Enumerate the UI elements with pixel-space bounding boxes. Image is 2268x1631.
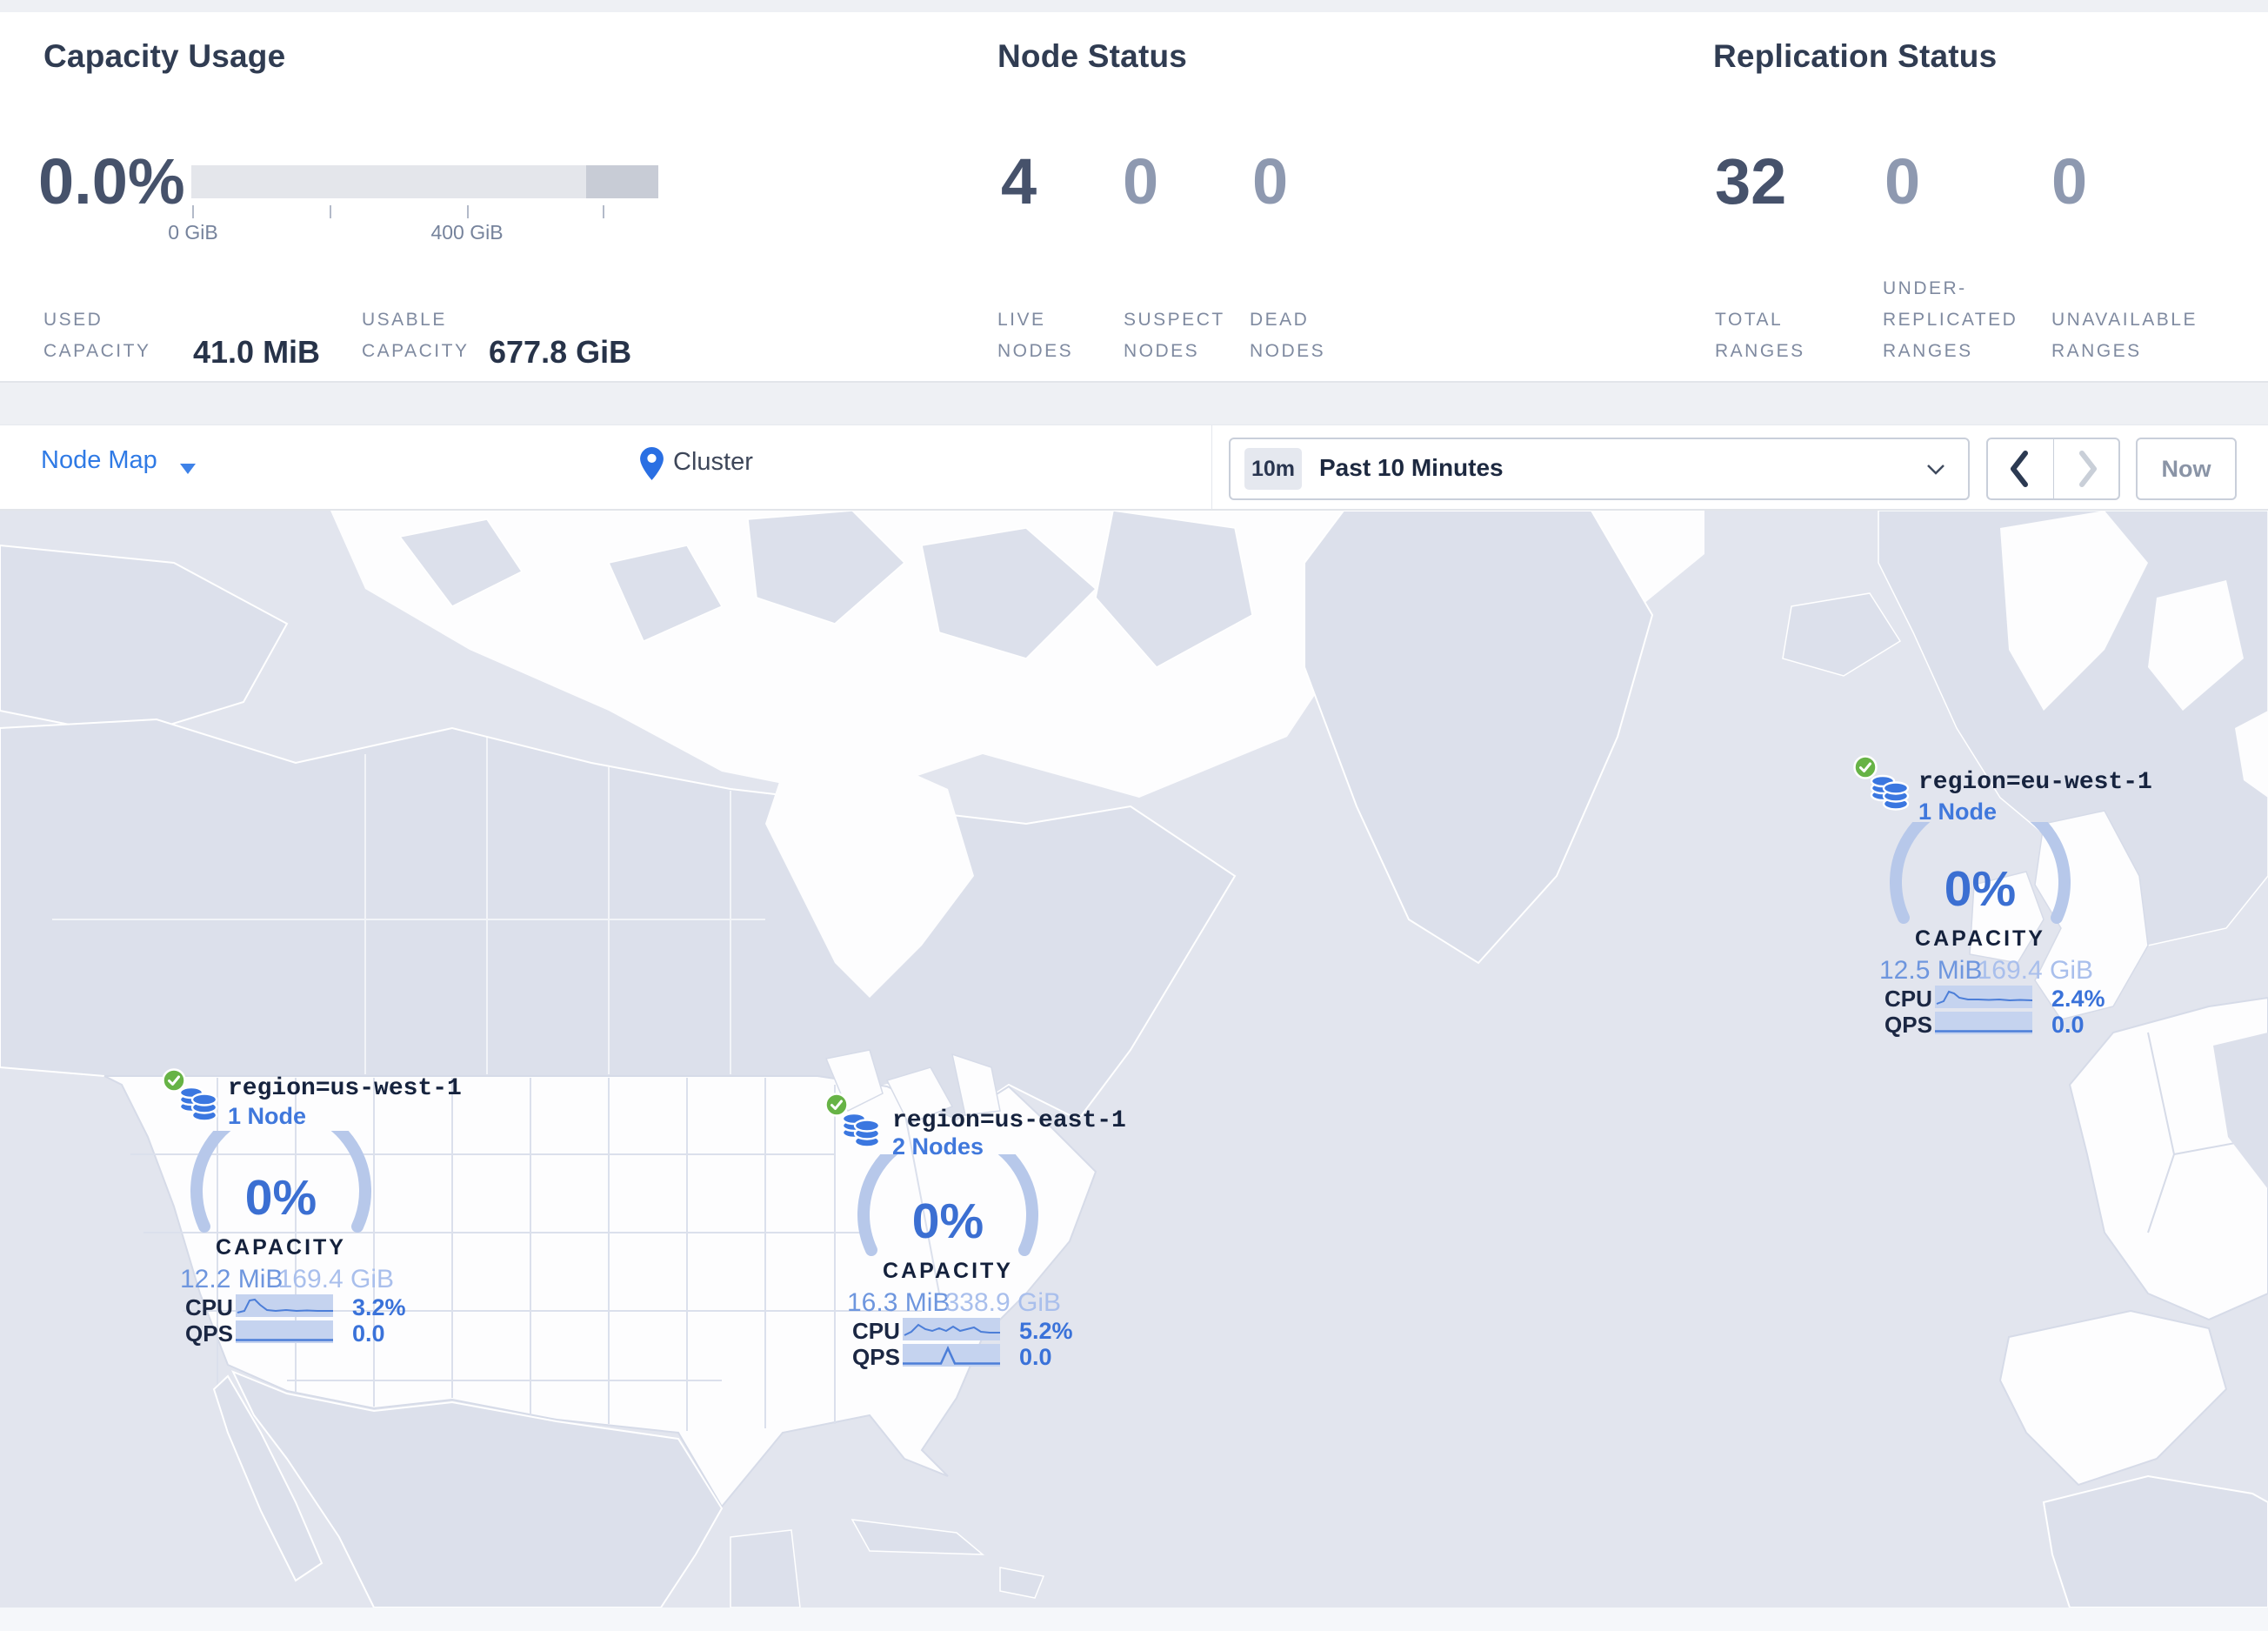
map-pin-icon: [640, 447, 664, 485]
qps-value: 0.0: [2051, 1012, 2085, 1038]
suspect-nodes-count: 0: [1123, 145, 1159, 217]
region-label[interactable]: region=us-east-1: [892, 1107, 1126, 1134]
time-range-select[interactable]: 10m Past 10 Minutes: [1229, 438, 1970, 500]
cpu-label: CPU: [185, 1294, 233, 1320]
node-status-title: Node Status: [997, 38, 1188, 74]
cpu-value: 5.2%: [1019, 1318, 1073, 1344]
capacity-usage-percent: 0.0%: [38, 145, 185, 217]
dead-nodes-count: 0: [1252, 145, 1289, 217]
region-capacity-gauge[interactable]: 0% CAPACITY 12.5 MiB 169.4 GiB CPU 2.4% …: [1858, 805, 2105, 1048]
footer-strip: [0, 1608, 2268, 1631]
axis-tick: [330, 205, 331, 218]
cluster-overview-panel: Capacity Usage 0.0% 0 GiB 400 GiB USED C…: [0, 12, 2268, 383]
divider: [1211, 425, 1212, 509]
capacity-total-value: 169.4 GiB: [277, 1265, 394, 1293]
capacity-label: CAPACITY: [883, 1259, 1013, 1283]
cpu-label: CPU: [852, 1318, 900, 1344]
total-ranges-count: 32: [1715, 145, 1787, 217]
capacity-usage-bar: [191, 165, 658, 198]
previous-interval-button[interactable]: [1988, 439, 2053, 498]
qps-label: QPS: [185, 1320, 233, 1347]
live-nodes-count: 4: [1001, 145, 1037, 217]
breadcrumb[interactable]: Cluster: [673, 448, 753, 477]
usable-capacity-label: USABLE CAPACITY: [362, 310, 470, 361]
axis-tick: [467, 205, 469, 218]
cpu-value: 3.2%: [352, 1294, 406, 1320]
capacity-percent: 0%: [911, 1193, 984, 1249]
qps-label: QPS: [852, 1344, 900, 1370]
axis-tick: [192, 205, 194, 218]
replication-status-title: Replication Status: [1713, 38, 1998, 74]
time-range-badge: 10m: [1244, 448, 1302, 490]
chevron-down-icon: [180, 464, 196, 474]
live-nodes-label: LIVE NODES: [997, 310, 1074, 361]
capacity-total-value: 169.4 GiB: [1977, 956, 2093, 985]
qps-value: 0.0: [1019, 1344, 1052, 1370]
region-capacity-gauge[interactable]: 0% CAPACITY 12.2 MiB 169.4 GiB CPU 3.2% …: [159, 1113, 406, 1357]
capacity-percent: 0%: [1944, 861, 2017, 917]
region-capacity-gauge[interactable]: 0% CAPACITY 16.3 MiB 338.9 GiB CPU 5.2% …: [826, 1137, 1073, 1380]
capacity-total-value: 338.9 GiB: [944, 1288, 1061, 1317]
dead-nodes-label: DEAD NODES: [1250, 310, 1326, 361]
time-range-value: Past 10 Minutes: [1319, 454, 1504, 481]
cpu-value: 2.4%: [2051, 986, 2105, 1012]
suspect-nodes-label: SUSPECT NODES: [1124, 310, 1225, 361]
region-label[interactable]: region=eu-west-1: [1918, 769, 2152, 796]
capacity-used-value: 16.3 MiB: [847, 1288, 951, 1317]
qps-value: 0.0: [352, 1320, 385, 1347]
node-map[interactable]: region=us-west-1 1 Node 0% CAPACITY 12.2…: [0, 511, 2268, 1608]
world-map-graphic: [0, 511, 2268, 1608]
next-interval-button[interactable]: [2054, 439, 2119, 498]
qps-label: QPS: [1884, 1012, 1932, 1038]
capacity-percent: 0%: [244, 1170, 317, 1226]
capacity-usage-title: Capacity Usage: [43, 38, 286, 74]
view-selector-dropdown[interactable]: Node Map: [41, 446, 157, 475]
used-capacity-label: USED CAPACITY: [43, 310, 151, 361]
unavailable-label: UNAVAILABLE RANGES: [2051, 310, 2198, 361]
unavailable-count: 0: [2051, 145, 2088, 217]
cpu-label: CPU: [1884, 986, 1932, 1012]
usable-capacity-value: 677.8 GiB: [489, 334, 632, 370]
capacity-used-value: 12.2 MiB: [180, 1265, 284, 1293]
capacity-used-value: 12.5 MiB: [1879, 956, 1983, 985]
chevron-down-icon: [1926, 464, 1945, 480]
total-ranges-label: TOTAL RANGES: [1715, 310, 1805, 361]
capacity-label: CAPACITY: [1915, 926, 2045, 951]
used-capacity-value: 41.0 MiB: [193, 334, 321, 370]
under-replicated-count: 0: [1884, 145, 1921, 217]
time-step-control: [1986, 438, 2120, 500]
axis-label-400: 400 GiB: [430, 221, 504, 244]
under-replicated-label: UNDER-REPLICATED RANGES: [1883, 278, 2018, 361]
map-toolbar: Node Map Cluster 10m Past 10 Minutes Now: [0, 424, 2268, 511]
region-label[interactable]: region=us-west-1: [228, 1075, 462, 1102]
axis-label-zero: 0 GiB: [168, 221, 218, 244]
capacity-label: CAPACITY: [216, 1235, 346, 1260]
capacity-usage-bar-tail: [585, 165, 658, 198]
now-button[interactable]: Now: [2136, 438, 2237, 500]
axis-tick: [603, 205, 604, 218]
